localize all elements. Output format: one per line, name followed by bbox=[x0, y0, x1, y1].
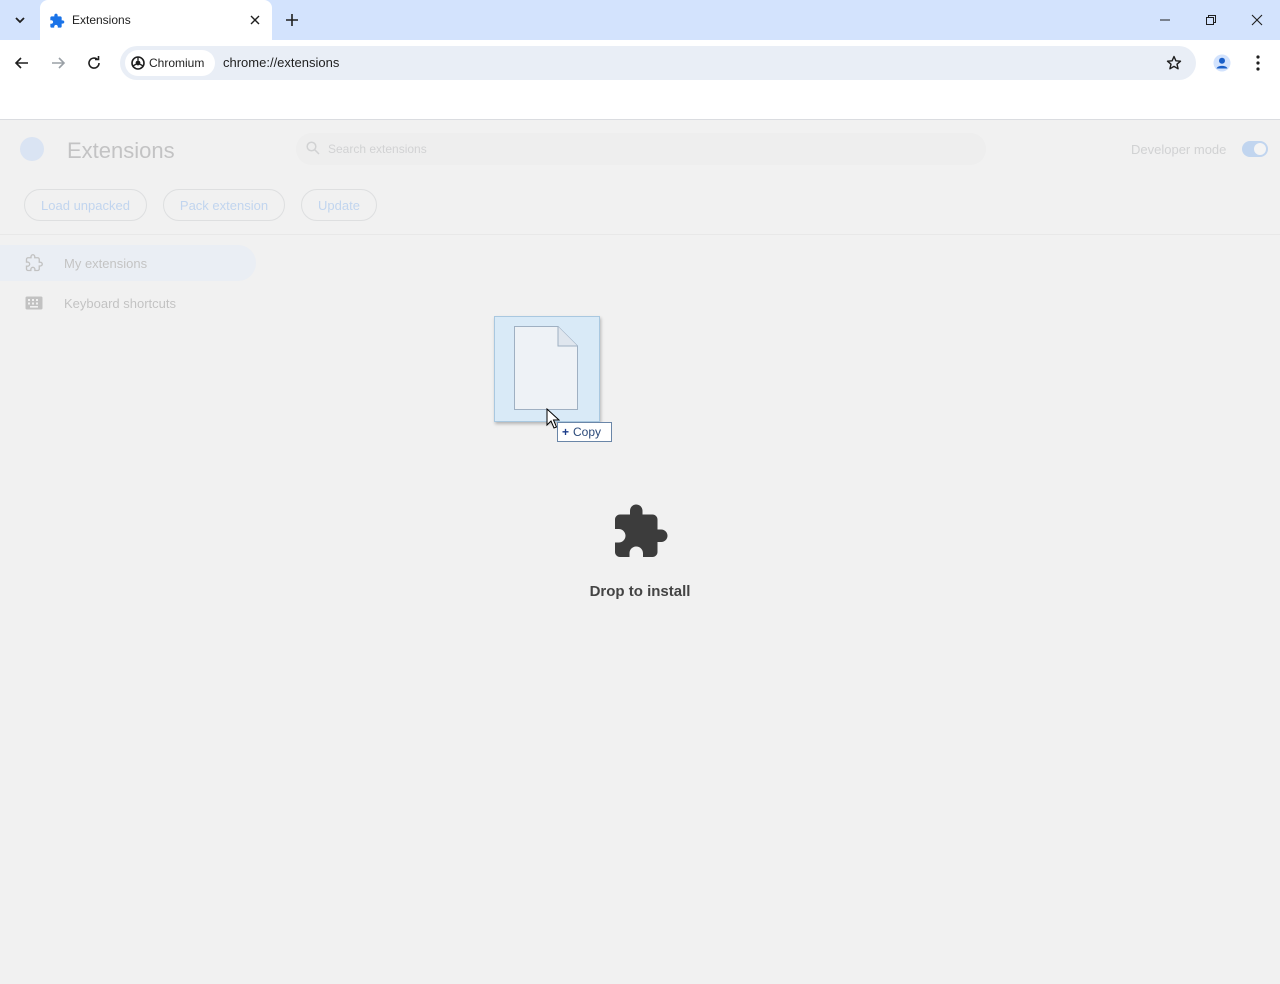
close-icon bbox=[250, 15, 260, 25]
arrow-left-icon bbox=[14, 57, 28, 69]
extension-icon bbox=[25, 254, 43, 272]
minimize-button[interactable] bbox=[1142, 0, 1188, 40]
drop-to-install-text: Drop to install bbox=[589, 583, 691, 600]
tab-extensions[interactable]: Extensions bbox=[40, 0, 272, 40]
load-unpacked-button[interactable]: Load unpacked bbox=[24, 189, 147, 221]
puzzle-icon bbox=[50, 13, 65, 28]
mouse-cursor-icon bbox=[546, 408, 560, 429]
site-info-chip[interactable]: Chromium bbox=[125, 50, 215, 76]
restore-button[interactable] bbox=[1188, 0, 1234, 40]
forward-button[interactable] bbox=[44, 49, 72, 77]
address-bar[interactable]: Chromium chrome://extensions bbox=[120, 46, 1196, 80]
arrow-right-icon bbox=[52, 57, 66, 69]
pack-extension-button[interactable]: Pack extension bbox=[163, 189, 285, 221]
menu-button[interactable] bbox=[1246, 49, 1270, 77]
url-text: chrome://extensions bbox=[223, 55, 340, 70]
plus-icon bbox=[286, 14, 298, 26]
tab-title: Extensions bbox=[72, 13, 131, 27]
developer-mode-toggle[interactable] bbox=[1242, 141, 1268, 157]
sidebar-item-label: My extensions bbox=[64, 255, 148, 271]
copy-label: Copy bbox=[573, 425, 602, 439]
chromium-icon bbox=[131, 56, 145, 70]
tab-search-button[interactable] bbox=[6, 6, 34, 34]
sidebar-item-label: Keyboard shortcuts bbox=[64, 295, 177, 311]
toolbar: Chromium chrome://extensions bbox=[0, 40, 1280, 86]
drop-to-install-area[interactable]: Drop to install bbox=[540, 502, 740, 612]
plus-icon: + bbox=[562, 425, 570, 439]
profile-button[interactable] bbox=[1208, 49, 1236, 77]
sidebar-item-my-extensions[interactable]: My extensions bbox=[0, 245, 256, 281]
kebab-menu-icon bbox=[1256, 55, 1260, 71]
file-icon bbox=[514, 326, 578, 410]
reload-icon bbox=[88, 56, 100, 69]
new-tab-button[interactable] bbox=[280, 8, 304, 32]
drag-file-ghost bbox=[494, 316, 600, 422]
search-placeholder: Search extensions bbox=[328, 142, 427, 156]
star-icon bbox=[1166, 55, 1182, 70]
update-button[interactable]: Update bbox=[301, 189, 377, 221]
close-window-button[interactable] bbox=[1234, 0, 1280, 40]
drag-copy-tooltip: + Copy bbox=[557, 422, 612, 442]
page-title: Extensions bbox=[67, 138, 175, 163]
bookmark-star-button[interactable] bbox=[1164, 53, 1184, 73]
sidebar-item-keyboard-shortcuts[interactable]: Keyboard shortcuts bbox=[0, 285, 256, 321]
restore-icon bbox=[1206, 15, 1216, 25]
search-icon bbox=[306, 141, 320, 155]
site-chip-label: Chromium bbox=[149, 56, 205, 70]
back-button[interactable] bbox=[8, 49, 36, 77]
bookmarks-bar bbox=[0, 86, 1280, 120]
chrome-logo-icon bbox=[20, 137, 44, 161]
tab-strip: Extensions bbox=[0, 0, 1280, 40]
search-extensions-input[interactable]: Search extensions bbox=[296, 133, 986, 165]
reload-button[interactable] bbox=[80, 49, 108, 77]
close-icon bbox=[1251, 14, 1263, 26]
chevron-down-icon bbox=[15, 17, 25, 24]
puzzle-icon bbox=[615, 504, 668, 557]
tab-close-button[interactable] bbox=[246, 11, 264, 29]
header-divider bbox=[0, 234, 1280, 235]
person-icon bbox=[1213, 54, 1231, 72]
minimize-icon bbox=[1160, 19, 1170, 21]
developer-mode-label: Developer mode bbox=[1131, 142, 1227, 157]
keyboard-icon bbox=[25, 296, 43, 310]
